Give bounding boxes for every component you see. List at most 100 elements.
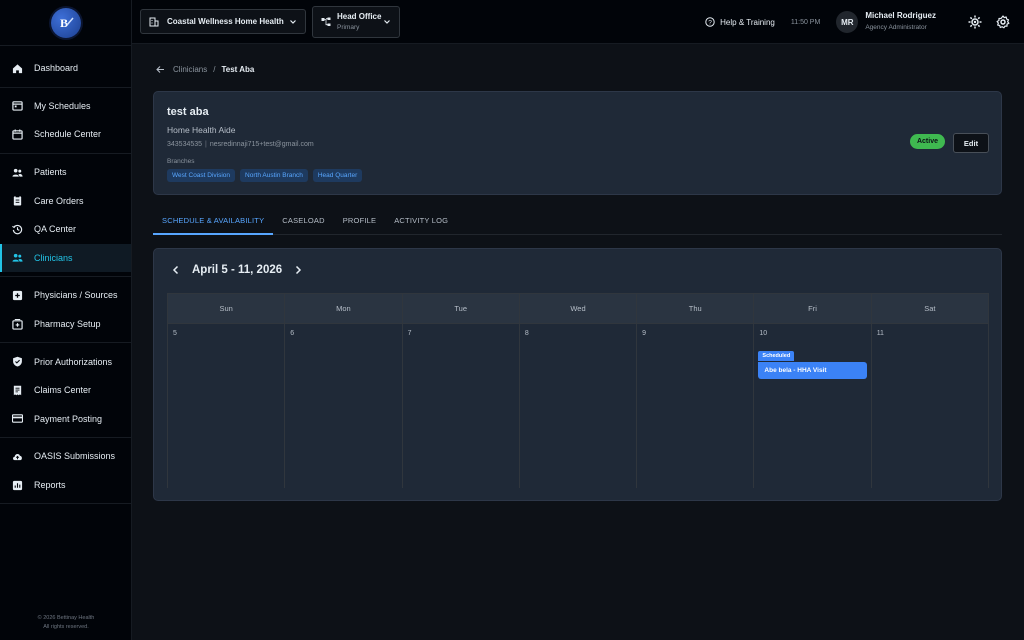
sidebar-item-physicians-sources[interactable]: Physicians / Sources [0, 281, 131, 310]
avatar[interactable]: MR [836, 11, 859, 33]
bar-chart-icon [12, 480, 23, 490]
clinician-email: nesredinnaji715+test@gmail.com [209, 141, 314, 148]
calendar-day-number: 7 [407, 330, 412, 337]
theme-toggle-icon[interactable] [968, 15, 982, 29]
breadcrumb: Clinicians / Test Aba [156, 65, 254, 74]
next-week-button[interactable] [292, 264, 304, 276]
history-icon [12, 224, 23, 235]
credit-card-icon [12, 414, 23, 424]
agency-name: Coastal Wellness Home Health [167, 17, 284, 26]
tab-caseload[interactable]: CASELOAD [273, 209, 333, 235]
sidebar-item-clinicians[interactable]: Clinicians [0, 243, 131, 273]
tab-schedule-availability[interactable]: SCHEDULE & AVAILABILITY [153, 209, 274, 235]
sidebar-item-patients[interactable]: Patients [0, 158, 131, 187]
sidebar-item-reports[interactable]: Reports [0, 471, 131, 500]
top-bar: Coastal Wellness Home Health Head Office… [132, 0, 1024, 44]
sidebar-item-label: Schedule Center [34, 129, 102, 140]
help-label: Help & Training [720, 17, 775, 27]
sidebar-item-oasis-submissions[interactable]: OASIS Submissions [0, 442, 131, 471]
user-role: Agency Administrator [865, 24, 927, 31]
breadcrumb-current: Test Aba [221, 65, 255, 74]
prev-week-button[interactable] [170, 264, 182, 276]
help-circle-icon: ? [705, 17, 715, 27]
group-icon [12, 254, 23, 262]
nav-group: Dashboard [0, 50, 131, 88]
calendar-day-number: 10 [759, 330, 768, 337]
svg-text:B: B [60, 16, 68, 30]
agency-selector[interactable]: Coastal Wellness Home Health [140, 9, 306, 34]
calendar-day-header: Thu [637, 294, 755, 323]
sidebar-item-label: Reports [34, 480, 66, 491]
copyright: © 2026 Bettinay Health All rights reserv… [0, 614, 132, 632]
home-icon [12, 64, 23, 73]
sidebar-item-label: QA Center [34, 224, 77, 235]
main-content: Clinicians / Test Aba test aba Home Heal… [132, 44, 1024, 640]
office-selector[interactable]: Head Office Primary [312, 6, 400, 38]
brand-logo[interactable]: B [50, 7, 81, 38]
calendar-day-number: 11 [876, 330, 884, 337]
branch-chips: West Coast Division North Austin Branch … [167, 169, 363, 182]
calendar-day-number: 5 [173, 330, 177, 337]
event-status-badge: Scheduled [758, 351, 795, 361]
breadcrumb-parent-link[interactable]: Clinicians [173, 65, 207, 74]
sidebar-item-label: Claims Center [34, 385, 92, 396]
calendar-day-number: 8 [524, 330, 529, 337]
pharmacy-icon [12, 318, 23, 330]
calendar-icon [12, 101, 23, 112]
svg-text:?: ? [708, 19, 712, 26]
calendar-day-header: Fri [754, 294, 872, 323]
calendar-event[interactable]: Scheduled Abe bela - HHA Visit [758, 344, 867, 379]
calendar-grid-icon [12, 129, 23, 140]
calendar-day-header: Tue [403, 294, 520, 323]
office-subtitle: Primary [337, 24, 360, 31]
sidebar-item-my-schedules[interactable]: My Schedules [0, 92, 131, 121]
event-title: Abe bela - HHA Visit [758, 362, 867, 379]
sidebar-item-prior-authorizations[interactable]: Prior Authorizations [0, 347, 131, 376]
sidebar-item-dashboard[interactable]: Dashboard [0, 54, 131, 83]
sidebar-item-schedule-center[interactable]: Schedule Center [0, 120, 131, 149]
tab-activity-log[interactable]: ACTIVITY LOG [385, 209, 457, 235]
edit-button[interactable]: Edit [953, 133, 989, 153]
week-navigation: April 5 - 11, 2026 [170, 264, 304, 276]
shield-check-icon [13, 356, 22, 367]
office-name: Head Office [337, 12, 382, 21]
calendar-body: 5 6 7 8 9 10 Scheduled Abe bela - HHA Visit 11 [168, 324, 988, 488]
sidebar-item-pharmacy-setup[interactable]: Pharmacy Setup [0, 310, 131, 339]
calendar-header: Sun Mon Tue Wed Thu Fri Sat [168, 294, 988, 324]
branch-chip: Head Quarter [312, 169, 363, 182]
sidebar-item-qa-center[interactable]: QA Center [0, 215, 131, 244]
sidebar-item-payment-posting[interactable]: Payment Posting [0, 405, 131, 434]
clinician-name: test aba [167, 106, 209, 118]
calendar-day-header: Sat [924, 304, 936, 313]
user-info[interactable]: Michael Rodriguez Agency Administrator [865, 10, 936, 34]
chevron-down-icon [290, 19, 296, 24]
plus-box-icon [12, 290, 23, 301]
back-arrow-icon[interactable] [156, 65, 165, 74]
calendar-day-cell[interactable]: 5 [168, 324, 286, 488]
calendar-day-header: Wed [520, 294, 638, 323]
calendar-day-cell[interactable]: 11 [871, 324, 988, 488]
clinician-profile-card: test aba Home Health Aide 343534535 | nesr… [153, 91, 1002, 195]
settings-gear-icon[interactable] [996, 15, 1010, 29]
clock-time: 11:50 PM [790, 18, 821, 26]
calendar-day-cell[interactable]: 6 [285, 324, 403, 488]
calendar-day-cell[interactable]: 8 [519, 324, 638, 488]
help-training-link[interactable]: ? Help & Training [705, 17, 775, 27]
calendar-day-number: 9 [642, 330, 647, 337]
nav-group: Physicians / Sources Pharmacy Setup [0, 277, 131, 344]
calendar-day-cell[interactable]: 7 [402, 324, 520, 488]
sidebar-item-label: Patients [34, 167, 67, 178]
sidebar-item-label: Physicians / Sources [34, 290, 118, 301]
calendar-day-cell[interactable]: 9 [637, 324, 755, 488]
chevron-right-icon [296, 265, 302, 275]
sidebar-item-care-orders[interactable]: Care Orders [0, 186, 131, 215]
breadcrumb-separator: / [213, 65, 216, 74]
branch-tree-icon [321, 17, 331, 26]
chevron-down-icon [384, 20, 390, 24]
calendar-day-cell[interactable]: 10 Scheduled Abe bela - HHA Visit [754, 324, 872, 488]
user-name: Michael Rodriguez [865, 11, 936, 20]
sidebar-item-label: Care Orders [34, 195, 84, 206]
sidebar-item-claims-center[interactable]: Claims Center [0, 376, 131, 405]
week-title: April 5 - 11, 2026 [192, 264, 283, 276]
tab-profile[interactable]: PROFILE [334, 209, 386, 235]
